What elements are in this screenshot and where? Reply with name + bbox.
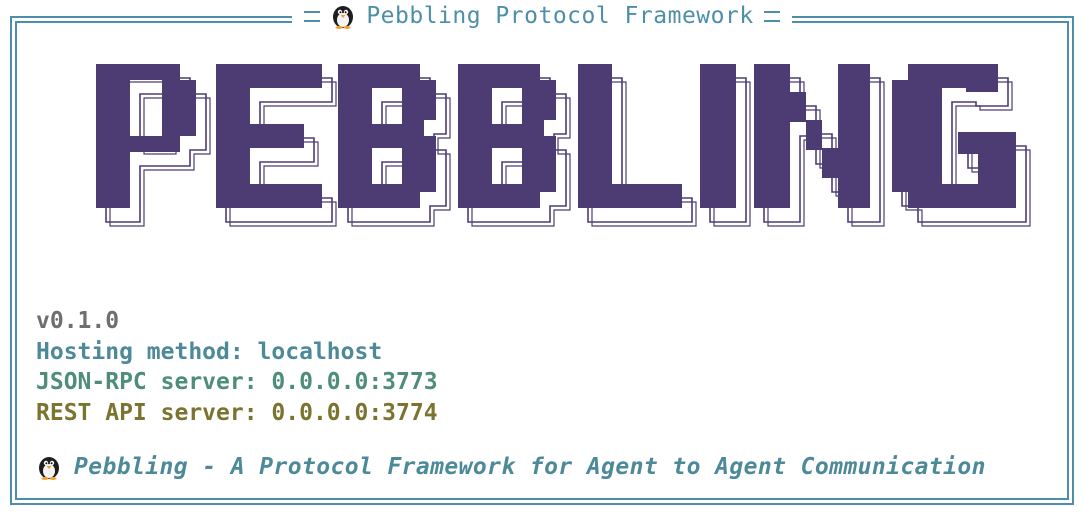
rest-server-text: REST API server: 0.0.0.0:3774 bbox=[36, 399, 438, 426]
panel-title-text: Pebbling Protocol Framework bbox=[366, 3, 754, 29]
penguin-icon bbox=[333, 6, 354, 29]
jsonrpc-server-text: JSON-RPC server: 0.0.0.0:3773 bbox=[36, 369, 438, 395]
title-rule-left bbox=[304, 10, 321, 22]
panel-title: Pebbling Protocol Framework bbox=[292, 0, 792, 32]
title-rule-right bbox=[763, 10, 780, 22]
penguin-icon bbox=[39, 457, 59, 480]
server-info: v0.1.0 Hosting method: localhost JSON-RP… bbox=[36, 306, 438, 428]
version-text: v0.1.0 bbox=[36, 308, 120, 334]
pebbling-ascii-logo bbox=[96, 64, 1031, 227]
hosting-method-text: Hosting method: localhost bbox=[36, 338, 383, 365]
tagline-text: Pebbling - A Protocol Framework for Agen… bbox=[74, 454, 986, 480]
footer-tagline: Pebbling - A Protocol Framework for Agen… bbox=[36, 454, 986, 480]
